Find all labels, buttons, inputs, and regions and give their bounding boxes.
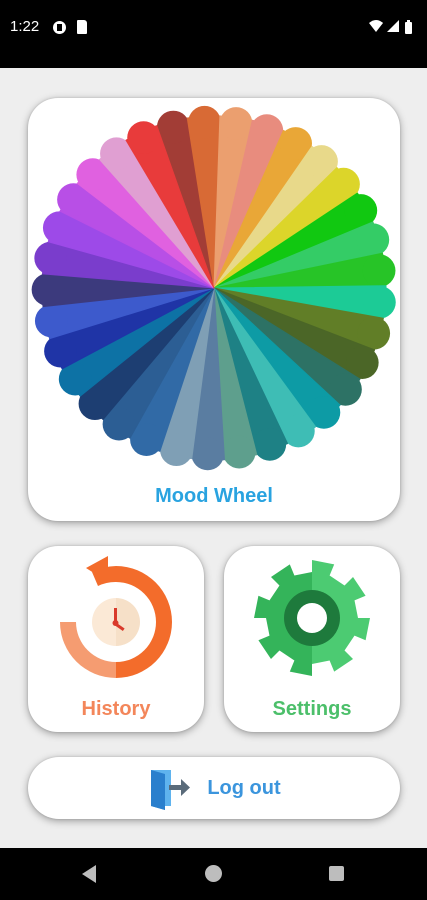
mood-wheel-segment-tip bbox=[219, 107, 253, 140]
mood-wheel-segment-tip bbox=[191, 437, 225, 471]
history-icon bbox=[60, 556, 172, 678]
mood-wheel-segment-tip bbox=[356, 223, 390, 257]
mood-wheel-segment-tip bbox=[222, 435, 256, 469]
history-label: History bbox=[81, 698, 151, 720]
status-time: 1:22 bbox=[10, 18, 40, 35]
settings-card[interactable]: Settings bbox=[224, 546, 400, 732]
recents-icon[interactable] bbox=[329, 866, 344, 881]
mood-wheel-segment-tip bbox=[34, 241, 68, 275]
sd-card-icon bbox=[77, 20, 87, 34]
gear-hole bbox=[297, 603, 327, 633]
back-icon[interactable] bbox=[82, 865, 96, 883]
logout-button[interactable]: Log out bbox=[28, 757, 400, 819]
history-card[interactable]: History bbox=[28, 546, 204, 732]
app-notification-icon bbox=[53, 21, 66, 34]
mood-wheel-segment-tip bbox=[34, 304, 68, 338]
mood-wheel-segment-tip bbox=[253, 427, 287, 461]
mood-wheel-segment-tip bbox=[44, 334, 77, 368]
home-icon[interactable] bbox=[205, 865, 222, 882]
settings-label: Settings bbox=[272, 698, 352, 720]
status-icons bbox=[369, 19, 417, 35]
cell-signal-icon bbox=[387, 20, 399, 32]
mood-wheel-icon bbox=[31, 105, 396, 471]
mood-wheel-segment-tip bbox=[156, 110, 190, 144]
mood-wheel-label: Mood Wheel bbox=[155, 485, 273, 507]
status-bar: 1:22 bbox=[0, 0, 427, 68]
wifi-icon bbox=[369, 20, 383, 32]
mood-wheel-segment-tip bbox=[127, 121, 160, 155]
mood-wheel-segment-tip bbox=[160, 433, 193, 467]
logout-label: Log out bbox=[207, 776, 281, 799]
mood-wheel-segment-tip bbox=[31, 273, 65, 306]
logout-door-icon bbox=[151, 770, 191, 810]
mood-wheel-card[interactable]: Mood Wheel bbox=[28, 98, 400, 521]
navigation-bar bbox=[0, 848, 427, 900]
mood-wheel-segment-tip bbox=[363, 285, 396, 319]
battery-icon bbox=[405, 20, 412, 34]
gear-icon bbox=[254, 560, 370, 676]
mood-wheel-segment-tip bbox=[188, 105, 221, 139]
mood-wheel-segment-tip bbox=[362, 254, 396, 288]
